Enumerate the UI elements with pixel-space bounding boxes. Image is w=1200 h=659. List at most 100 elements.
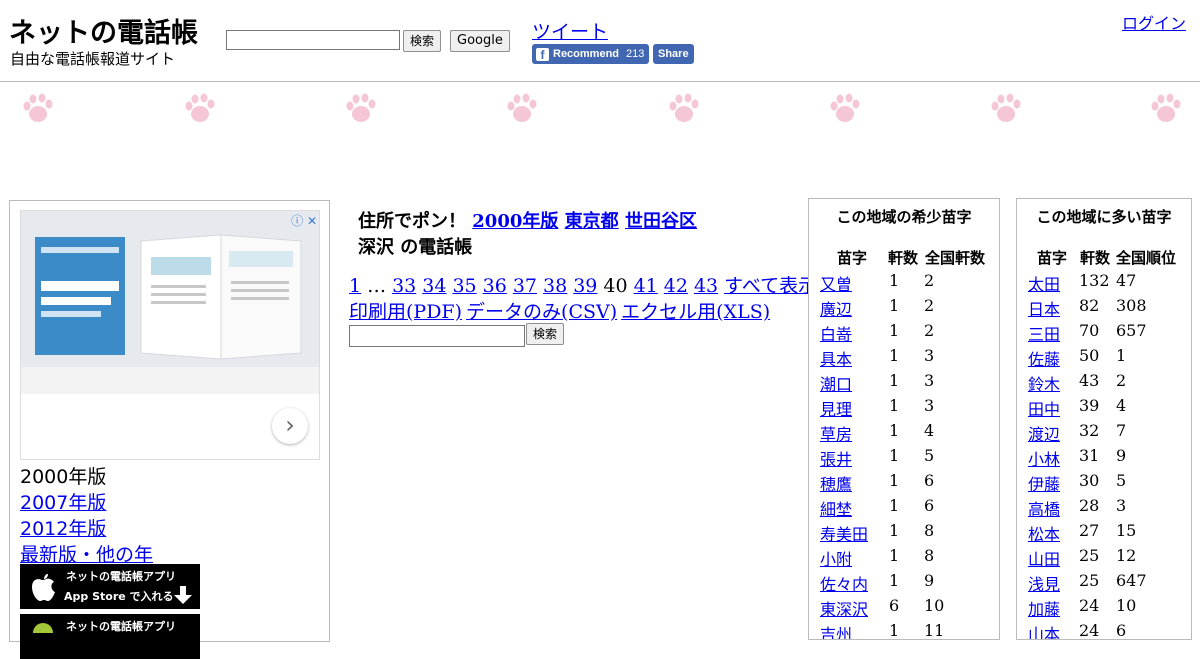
facebook-share-button[interactable]: Share bbox=[653, 44, 694, 64]
chevron-right-icon[interactable]: › bbox=[272, 408, 308, 444]
area-search-button[interactable]: 検索 bbox=[526, 323, 565, 345]
surname-link[interactable]: 具本 bbox=[820, 346, 852, 370]
table-row: 東深沢 6 10 bbox=[809, 596, 999, 621]
page-link[interactable]: 38 bbox=[543, 275, 567, 297]
page-link[interactable]: 36 bbox=[483, 275, 507, 297]
page-link[interactable]: 1 bbox=[349, 275, 361, 297]
page-link[interactable]: 33 bbox=[392, 275, 416, 297]
national-count: 8 bbox=[924, 521, 935, 540]
household-count: 1 bbox=[889, 421, 900, 440]
surname-link[interactable]: 廣辺 bbox=[820, 296, 852, 320]
ward-breadcrumb-link[interactable]: 世田谷区 bbox=[625, 211, 697, 232]
login-link[interactable]: ログイン bbox=[1122, 10, 1186, 34]
surname-link[interactable]: 見理 bbox=[820, 396, 852, 420]
column-header-surname: 苗字 bbox=[837, 249, 868, 267]
page-link[interactable]: 41 bbox=[634, 275, 658, 297]
table-row: 松本 27 15 bbox=[1017, 521, 1191, 546]
surname-link[interactable]: 小附 bbox=[820, 546, 852, 570]
google-play-badge[interactable]: ネットの電話帳アプリ bbox=[20, 614, 200, 659]
surname-link[interactable]: 潮口 bbox=[820, 371, 852, 395]
surname-link[interactable]: 浅見 bbox=[1028, 571, 1060, 595]
household-count: 1 bbox=[889, 621, 900, 640]
surname-link[interactable]: 渡辺 bbox=[1028, 421, 1060, 445]
advertisement[interactable]: ⓘ ✕ › bbox=[20, 210, 320, 460]
surname-link[interactable]: 細埜 bbox=[820, 496, 852, 520]
ad-image[interactable] bbox=[21, 211, 319, 367]
table-row: 三田 70 657 bbox=[1017, 321, 1191, 346]
data-csv-link[interactable]: データのみ(CSV) bbox=[466, 301, 617, 323]
prefecture-breadcrumb-link[interactable]: 東京都 bbox=[565, 211, 619, 232]
android-icon bbox=[33, 623, 53, 633]
current-page: 40 bbox=[603, 275, 628, 297]
surname-link[interactable]: 小林 bbox=[1028, 446, 1060, 470]
surname-link[interactable]: 三田 bbox=[1028, 321, 1060, 345]
table-row: 田中 39 4 bbox=[1017, 396, 1191, 421]
surname-link[interactable]: 佐藤 bbox=[1028, 346, 1060, 370]
year-breadcrumb-link[interactable]: 2000年版 bbox=[472, 211, 558, 232]
household-count: 24 bbox=[1079, 596, 1100, 615]
app-store-badge[interactable]: ネットの電話帳アプリ App Store で入れる bbox=[20, 564, 200, 609]
surname-link[interactable]: 佐々内 bbox=[820, 571, 868, 595]
excel-xls-link[interactable]: エクセル用(XLS) bbox=[621, 301, 770, 323]
year-link-2007[interactable]: 2007年版 bbox=[20, 488, 106, 515]
household-count: 132 bbox=[1079, 271, 1110, 290]
national-rank: 657 bbox=[1116, 321, 1147, 340]
surname-link[interactable]: 草房 bbox=[820, 421, 852, 445]
table-row: 張井 1 5 bbox=[809, 446, 999, 471]
table-row: 加藤 24 10 bbox=[1017, 596, 1191, 621]
table-row: 吉州 1 11 bbox=[809, 621, 999, 640]
surname-link[interactable]: 又曽 bbox=[820, 271, 852, 295]
household-count: 50 bbox=[1079, 346, 1100, 365]
surname-link[interactable]: 山本 bbox=[1028, 621, 1060, 639]
household-count: 27 bbox=[1079, 521, 1100, 540]
surname-link[interactable]: 吉州 bbox=[820, 621, 852, 639]
national-count: 3 bbox=[924, 371, 935, 390]
google-search-button[interactable]: Google bbox=[450, 30, 510, 52]
page-link[interactable]: 34 bbox=[422, 275, 446, 297]
facebook-recommend-label: Recommend bbox=[553, 48, 620, 60]
paw-print-icon bbox=[988, 92, 1022, 126]
surname-link[interactable]: 太田 bbox=[1028, 271, 1060, 295]
household-count: 1 bbox=[889, 546, 900, 565]
surname-link[interactable]: 寿美田 bbox=[820, 521, 868, 545]
surname-link[interactable]: 伊藤 bbox=[1028, 471, 1060, 495]
page-link[interactable]: 43 bbox=[694, 275, 718, 297]
year-link-latest[interactable]: 最新版・他の年 bbox=[20, 540, 153, 567]
facebook-recommend-count: 213 bbox=[626, 48, 645, 60]
national-count: 3 bbox=[924, 396, 935, 415]
surname-link[interactable]: 加藤 bbox=[1028, 596, 1060, 620]
facebook-recommend-button[interactable]: f Recommend 213 bbox=[532, 44, 650, 64]
table-row: 具本 1 3 bbox=[809, 346, 999, 371]
household-count: 39 bbox=[1079, 396, 1100, 415]
national-rank: 10 bbox=[1116, 596, 1137, 615]
page-link[interactable]: 35 bbox=[452, 275, 476, 297]
year-link-2012[interactable]: 2012年版 bbox=[20, 514, 106, 541]
area-search-input[interactable] bbox=[349, 325, 525, 347]
surname-link[interactable]: 白嵜 bbox=[820, 321, 852, 345]
page-link[interactable]: 42 bbox=[664, 275, 688, 297]
ad-close-icon[interactable]: ⓘ ✕ bbox=[291, 212, 317, 229]
show-all-link[interactable]: すべて表示 bbox=[724, 275, 817, 297]
surname-link[interactable]: 高橋 bbox=[1028, 496, 1060, 520]
surname-link[interactable]: 松本 bbox=[1028, 521, 1060, 545]
household-count: 1 bbox=[889, 446, 900, 465]
household-count: 30 bbox=[1079, 471, 1100, 490]
surname-link[interactable]: 鈴木 bbox=[1028, 371, 1060, 395]
surname-link[interactable]: 日本 bbox=[1028, 296, 1060, 320]
household-count: 82 bbox=[1079, 296, 1100, 315]
surname-link[interactable]: 穂鷹 bbox=[820, 471, 852, 495]
tweet-link[interactable]: ツイート bbox=[532, 17, 608, 44]
print-pdf-link[interactable]: 印刷用(PDF) bbox=[349, 301, 462, 323]
column-header-surname: 苗字 bbox=[1037, 249, 1068, 267]
surname-link[interactable]: 山田 bbox=[1028, 546, 1060, 570]
site-title[interactable]: ネットの電話帳 bbox=[9, 11, 198, 50]
page-link[interactable]: 37 bbox=[513, 275, 537, 297]
surname-link[interactable]: 田中 bbox=[1028, 396, 1060, 420]
surname-link[interactable]: 東深沢 bbox=[820, 596, 868, 620]
national-count: 6 bbox=[924, 471, 935, 490]
search-input[interactable] bbox=[226, 30, 400, 50]
page-link[interactable]: 39 bbox=[573, 275, 597, 297]
national-count: 2 bbox=[924, 321, 935, 340]
search-button[interactable]: 検索 bbox=[403, 30, 442, 52]
surname-link[interactable]: 張井 bbox=[820, 446, 852, 470]
